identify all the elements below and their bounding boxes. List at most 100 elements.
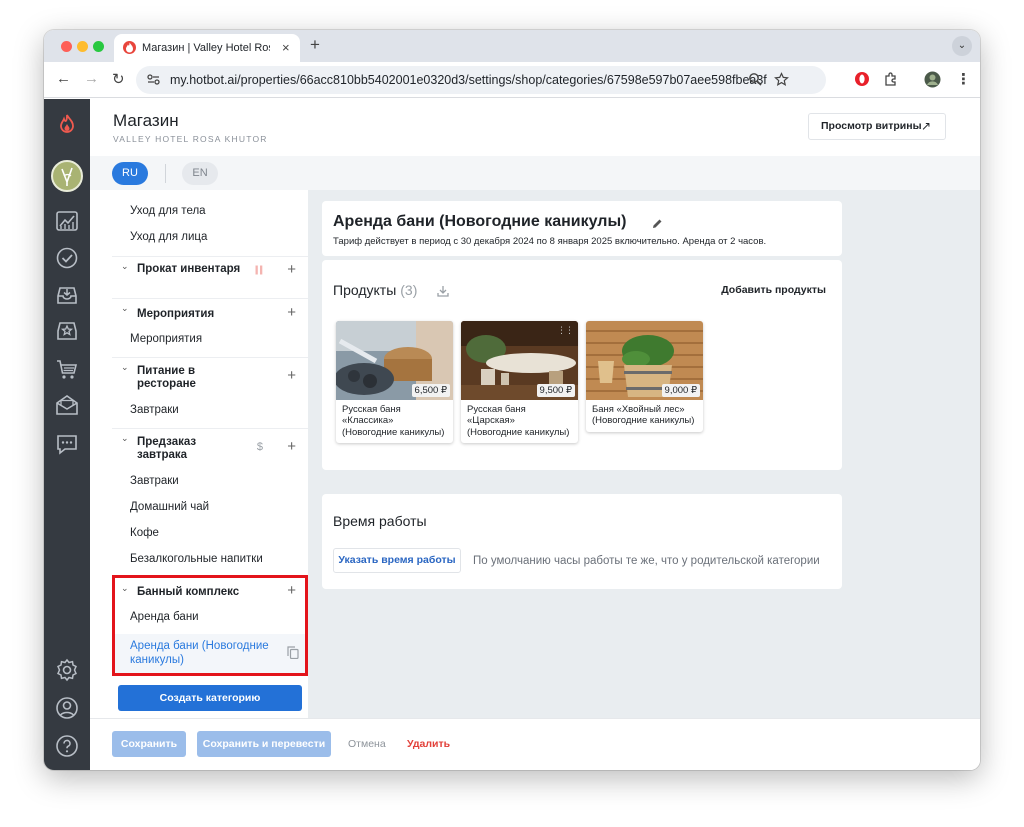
edit-pencil-icon[interactable]: [652, 216, 663, 234]
browser-tab[interactable]: Магазин | Valley Hotel Rosa K ×: [114, 34, 300, 62]
browser-window: Магазин | Valley Hotel Rosa K × + ⌄ ← → …: [44, 30, 980, 770]
tasks-check-icon[interactable]: [55, 246, 79, 270]
browser-menu-icon[interactable]: ⋮: [956, 70, 971, 88]
category-sidebar: Уход для тела Уход для лица ⌄ Прокат инв…: [112, 190, 308, 718]
category-item[interactable]: Домашний чай: [130, 501, 209, 513]
product-image: 6,500 ₽: [336, 321, 453, 400]
external-arrow-icon: ↗: [920, 119, 931, 133]
product-name: Русская баня «Царская» (Новогодние каник…: [467, 404, 570, 438]
forward-icon[interactable]: →: [84, 70, 99, 87]
extensions-puzzle-icon[interactable]: [883, 71, 899, 92]
tab-close-icon[interactable]: ×: [282, 40, 290, 55]
zoom-icon[interactable]: [748, 72, 763, 92]
category-item[interactable]: Безалкогольные напитки: [130, 553, 263, 565]
back-icon[interactable]: ←: [56, 70, 71, 87]
language-switcher: RU EN: [90, 156, 980, 190]
bookmark-star-icon[interactable]: [774, 72, 789, 92]
product-card[interactable]: 6,500 ₽ Русская баня «Классика» (Новогод…: [336, 321, 453, 443]
drag-handle-icon[interactable]: ⋮⋮: [557, 325, 574, 336]
product-name: Русская баня «Классика» (Новогодние кани…: [342, 404, 445, 438]
chevron-down-icon[interactable]: ⌄: [121, 362, 129, 373]
category-title: Аренда бани (Новогодние каникулы): [333, 213, 627, 230]
save-and-translate-button[interactable]: Сохранить и перевести: [197, 731, 331, 757]
site-settings-icon[interactable]: [146, 72, 161, 92]
add-subcategory-icon[interactable]: +: [287, 304, 296, 321]
category-info-card: Аренда бани (Новогодние каникулы) Тариф …: [322, 201, 842, 256]
lang-tab-ru[interactable]: RU: [112, 162, 148, 185]
analytics-icon[interactable]: [55, 209, 79, 233]
help-icon[interactable]: [55, 734, 79, 758]
reload-icon[interactable]: ↻: [112, 70, 125, 88]
products-title: Продукты: [333, 282, 397, 298]
inbox-download-icon[interactable]: [55, 283, 79, 307]
lang-tab-en[interactable]: EN: [182, 162, 218, 185]
tab-title: Магазин | Valley Hotel Rosa K: [142, 42, 270, 54]
product-price: 9,500 ₽: [536, 384, 575, 397]
close-window-button[interactable]: [61, 41, 72, 52]
page-title: Магазин: [113, 111, 179, 130]
opera-extension-icon[interactable]: [854, 71, 870, 92]
settings-gear-icon[interactable]: [55, 658, 79, 682]
category-item[interactable]: Кофе: [130, 527, 159, 539]
tab-search-icon[interactable]: ⌄: [952, 36, 972, 56]
working-hours-title: Время работы: [333, 513, 427, 529]
category-group[interactable]: ⌄ Мероприятия +: [112, 298, 308, 322]
add-subcategory-icon[interactable]: +: [287, 367, 296, 384]
chevron-down-icon[interactable]: ⌄: [121, 303, 129, 314]
chevron-down-icon[interactable]: ⌄: [121, 433, 129, 444]
browser-toolbar: ← → ↻ my.hotbot.ai/properties/66acc810bb…: [44, 62, 980, 98]
property-avatar[interactable]: [51, 160, 83, 192]
add-subcategory-icon[interactable]: +: [287, 438, 296, 455]
page-header: Магазин VALLEY HOTEL ROSA KHUTOR Просмот…: [90, 99, 980, 156]
download-icon[interactable]: [437, 284, 449, 302]
new-tab-icon[interactable]: +: [310, 35, 320, 55]
product-name: Баня «Хвойный лес» (Новогодние каникулы): [592, 404, 695, 427]
category-group-label: Предзаказ завтрака: [137, 436, 197, 461]
browser-tab-bar: Магазин | Valley Hotel Rosa K × + ⌄: [44, 30, 980, 62]
product-price: 6,500 ₽: [411, 384, 450, 397]
add-subcategory-icon[interactable]: +: [287, 261, 296, 278]
set-working-hours-button[interactable]: Указать время работы: [333, 548, 461, 573]
category-item[interactable]: Уход для лица: [130, 231, 207, 243]
chat-icon[interactable]: [55, 432, 79, 456]
reviews-star-icon[interactable]: [55, 319, 79, 343]
mail-icon[interactable]: [55, 393, 79, 417]
chevron-down-icon[interactable]: ⌄: [121, 261, 129, 272]
category-group[interactable]: ⌄ Предзаказ завтрака $ +: [112, 428, 308, 468]
category-item[interactable]: Уход для тела: [130, 205, 206, 217]
maximize-window-button[interactable]: [93, 41, 104, 52]
product-image: ⋮⋮ 9,500 ₽: [461, 321, 578, 400]
form-footer: Сохранить Сохранить и перевести Отмена У…: [90, 718, 980, 770]
delete-button[interactable]: Удалить: [407, 731, 450, 757]
products-heading: Продукты (3): [333, 282, 417, 298]
left-navigation-rail: [44, 99, 90, 770]
add-products-button[interactable]: Добавить продукты: [721, 284, 826, 296]
working-hours-card: Время работы Указать время работы По умо…: [322, 494, 842, 589]
view-storefront-label: Просмотр витрины: [821, 120, 922, 132]
category-item[interactable]: Завтраки: [130, 475, 179, 487]
category-group-label: Прокат инвентаря: [137, 263, 241, 275]
main-area: Магазин VALLEY HOTEL ROSA KHUTOR Просмот…: [90, 99, 980, 770]
profile-avatar-icon[interactable]: [924, 71, 941, 93]
user-profile-icon[interactable]: [55, 696, 79, 720]
save-button[interactable]: Сохранить: [112, 731, 186, 757]
cancel-button[interactable]: Отмена: [348, 731, 386, 757]
address-bar[interactable]: my.hotbot.ai/properties/66acc810bb540200…: [136, 66, 826, 94]
view-storefront-button[interactable]: Просмотр витрины ↗: [808, 113, 946, 140]
create-category-button[interactable]: Создать категорию: [118, 685, 302, 711]
category-group-label: Питание в ресторане: [137, 365, 196, 390]
hotbot-logo-icon[interactable]: [55, 112, 79, 136]
category-group-label: Мероприятия: [137, 308, 215, 320]
product-card[interactable]: ⋮⋮ 9,500 ₽ Русская баня «Царская» (Новог…: [461, 321, 578, 443]
products-card: Продукты (3) Добавить продукты 6,500 ₽ Р…: [322, 260, 842, 470]
shop-cart-icon[interactable]: [55, 357, 79, 381]
category-group[interactable]: ⌄ Питание в ресторане +: [112, 357, 308, 397]
minimize-window-button[interactable]: [77, 41, 88, 52]
category-item[interactable]: Мероприятия: [130, 333, 202, 345]
category-item[interactable]: Завтраки: [130, 404, 179, 416]
products-count: (3): [400, 282, 418, 298]
product-card[interactable]: 9,000 ₽ Баня «Хвойный лес» (Новогодние к…: [586, 321, 703, 432]
app-container: Магазин VALLEY HOTEL ROSA KHUTOR Просмот…: [44, 99, 980, 770]
category-group[interactable]: ⌄ Прокат инвентаря +: [112, 256, 308, 294]
lang-divider: [165, 164, 166, 183]
